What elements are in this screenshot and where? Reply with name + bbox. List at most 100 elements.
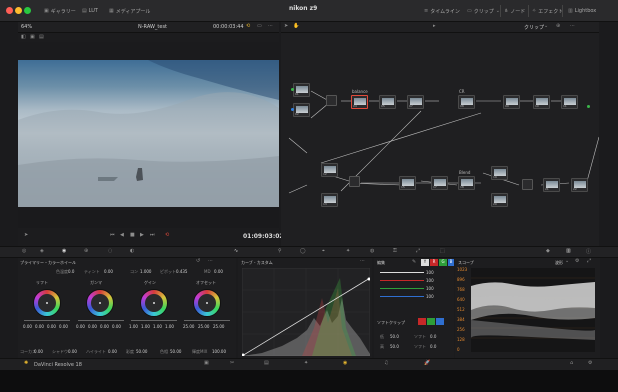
gamma-wheel[interactable] [86,289,114,317]
keyframes-icon[interactable]: ◆ [546,248,550,254]
blur-icon[interactable]: ◍ [370,248,374,254]
node-01[interactable]: 01 [293,83,310,97]
gallery-button[interactable]: ▣ ギャラリー [44,6,76,16]
curves-icon[interactable]: ∿ [234,248,238,254]
soft-clip-g-toggle[interactable] [427,318,435,325]
node-12[interactable]: 12 [321,163,338,177]
soft-clip-b-toggle[interactable] [436,318,444,325]
media-page-icon[interactable]: ▣ [204,360,209,366]
node-09[interactable]: 09 [503,95,520,109]
scopes-icon[interactable]: ▥ [566,248,571,254]
offset-wheel[interactable] [193,289,221,317]
reset-icon[interactable]: ↺ [196,258,200,264]
magic-mask-icon[interactable]: ✦ [346,248,350,254]
more-options-icon[interactable]: ⋯ [268,23,273,29]
channel-g-toggle[interactable]: G [439,259,447,266]
cut-page-icon[interactable]: ✂ [230,360,234,366]
chevron-down-icon[interactable]: ⌄ [544,23,548,29]
clip-name[interactable]: N-RAW_test [138,24,167,30]
color-match-icon[interactable]: ◈ [40,248,44,254]
sizing-icon[interactable]: ⤢ [416,248,420,254]
node-22[interactable]: 22 [571,178,588,192]
zoom-window-button[interactable] [24,7,31,14]
scope-mode-select[interactable]: 波形 [555,260,563,266]
pointer-tool-icon[interactable]: ➤ [284,23,288,29]
contrast-value[interactable]: 1.000 [140,269,151,274]
node-input-pin[interactable] [291,108,294,111]
gamma-master-slider[interactable] [78,320,124,321]
motion-effects-icon[interactable]: ◌ [108,248,112,254]
hand-tool-icon[interactable]: ✋ [293,23,299,29]
hdr-icon[interactable]: ◐ [130,248,134,254]
node-20[interactable]: 20 [491,193,508,207]
node-mode-select[interactable]: クリップ [524,24,544,31]
node-13[interactable]: 13 [321,193,338,207]
node-04-balance[interactable]: 04 [351,95,368,109]
color-wheels-icon[interactable]: ◉ [62,248,66,254]
nodes-button[interactable]: ⋔ ノード [504,6,525,16]
viewer-zoom[interactable]: 64% [21,24,32,30]
gain-wheel[interactable] [140,289,168,317]
play-icon[interactable]: ▶ [140,232,144,238]
lift-wheel[interactable] [33,289,61,317]
tint-value[interactable]: 0.00 [104,269,113,274]
rgb-mixer-icon[interactable]: ⊕ [84,248,88,254]
temp-value[interactable]: 0.0 [68,269,74,274]
stop-icon[interactable]: ■ [130,232,135,238]
g-intensity-slider[interactable] [380,288,424,289]
curve-graph[interactable] [242,268,370,356]
node-21[interactable]: 21 [543,178,560,192]
lightbox-button[interactable]: ▥ Lightbox [568,6,596,16]
minimize-window-button[interactable] [15,7,22,14]
channel-b-toggle[interactable]: B [448,259,454,266]
zoom-icon[interactable]: ⊕ [556,23,560,29]
settings-icon[interactable]: ⚙ [588,360,592,366]
node-graph[interactable]: 01 02 balance 04 05 07 CR 08 09 10 11 12… [281,33,599,246]
node-18-blend[interactable]: 18 [458,176,475,190]
b-intensity-slider[interactable] [380,296,424,297]
soft-clip-r-toggle[interactable] [418,318,426,325]
window-icon[interactable]: ◯ [300,248,306,254]
channel-r-toggle[interactable]: R [430,259,438,266]
node-10[interactable]: 10 [533,95,550,109]
node-input-pin[interactable] [291,88,294,91]
play-reverse-icon[interactable]: ◀ [120,232,124,238]
go-to-end-icon[interactable]: ⏭ [150,232,155,238]
info-icon[interactable]: ⓘ [586,248,591,255]
clip-button[interactable]: ▭ クリップ ⌄ [467,6,500,16]
node-07[interactable]: 07 [407,95,424,109]
node-options-icon[interactable]: ⋯ [570,23,575,29]
mixer-node[interactable] [522,179,533,190]
options-icon[interactable]: ⋯ [208,258,213,264]
md-value[interactable]: 0.00 [214,269,223,274]
lift-master-slider[interactable] [24,320,70,321]
channel-y-toggle[interactable]: Y [421,259,429,266]
arrow-right-icon[interactable]: ▸ [433,23,436,29]
deliver-page-icon[interactable]: 🚀 [424,360,430,366]
expand-icon[interactable]: ⤢ [587,258,591,264]
fairlight-page-icon[interactable]: ♫ [384,360,388,366]
effects-button[interactable]: ✧ エフェクト [532,6,563,16]
r-intensity-slider[interactable] [380,280,424,281]
color-page-icon[interactable]: ◉ [343,360,347,366]
key-icon[interactable]: ⚿ [393,248,397,254]
pivot-value[interactable]: 0.435 [176,269,187,274]
sync-icon[interactable]: ⟲ [246,23,250,29]
lut-button[interactable]: ▤ LUT [82,6,98,16]
offset-master-slider[interactable] [184,320,230,321]
fusion-page-icon[interactable]: ✦ [304,360,308,366]
options-icon[interactable]: ⋯ [360,258,365,264]
3d-icon[interactable]: ⬚ [440,248,445,254]
node-17[interactable]: 17 [431,176,448,190]
layout-icon[interactable]: ▭ [257,23,262,29]
video-frame[interactable] [18,60,279,207]
qualifier-icon[interactable]: ⚲ [278,248,282,254]
loop-icon[interactable]: ⟲ [165,232,169,238]
pencil-icon[interactable]: ✎ [412,259,416,265]
go-to-start-icon[interactable]: ⏮ [110,232,115,238]
gain-master-slider[interactable] [131,320,177,321]
camera-raw-icon[interactable]: ◎ [22,248,26,254]
mixer-node[interactable] [349,176,360,187]
media-pool-button[interactable]: ▦ メディアプール [109,6,150,16]
y-intensity-slider[interactable] [380,272,424,273]
